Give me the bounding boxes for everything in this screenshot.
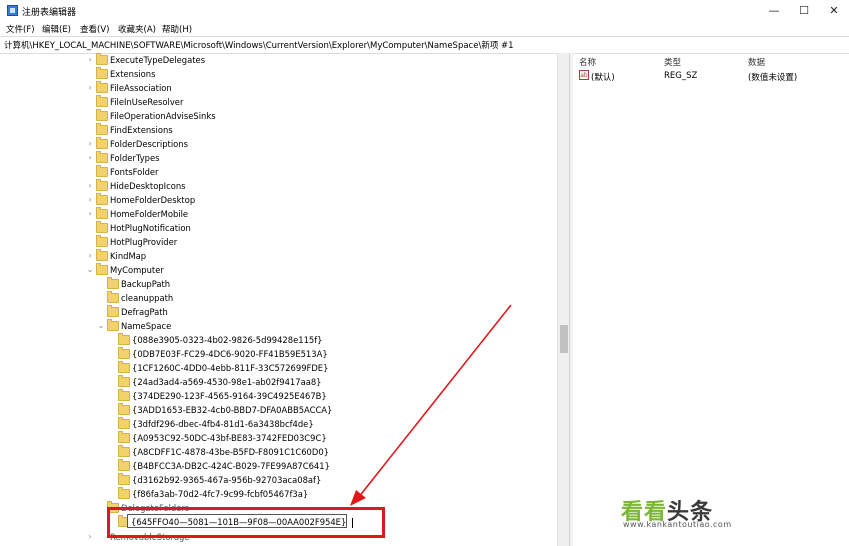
menu-help[interactable]: 帮助(H)	[162, 23, 192, 35]
folder-icon	[96, 263, 108, 275]
expand-arrow-icon[interactable]: ›	[86, 137, 94, 151]
site-watermark: 看看头条 www.kankantoutiao.com	[621, 494, 849, 534]
expand-arrow-icon[interactable]: ›	[86, 530, 94, 544]
column-header-data[interactable]: 数据	[748, 56, 765, 68]
expand-arrow-icon[interactable]: ›	[86, 179, 94, 193]
menu-bar: 文件(F) 编辑(E) 查看(V) 收藏夹(A) 帮助(H)	[0, 22, 849, 36]
values-pane[interactable]: 名称 类型 数据 ab (默认) REG_SZ (数值未设置)	[573, 53, 849, 546]
address-path[interactable]: 计算机\HKEY_LOCAL_MACHINE\SOFTWARE\Microsof…	[4, 39, 514, 51]
value-name[interactable]: (默认)	[591, 71, 615, 83]
folder-icon	[96, 179, 108, 191]
string-value-icon: ab	[579, 70, 589, 80]
folder-icon	[107, 277, 119, 289]
folder-icon	[118, 403, 130, 415]
watermark-url: www.kankantoutiao.com	[623, 520, 732, 529]
folder-icon	[96, 193, 108, 205]
column-header-name[interactable]: 名称	[579, 56, 596, 68]
folder-icon	[118, 459, 130, 471]
folder-icon	[118, 417, 130, 429]
title-bar: 注册表编辑器 — ☐ ✕	[0, 0, 849, 22]
annotation-highlight-box	[107, 507, 385, 538]
column-header-type[interactable]: 类型	[664, 56, 681, 68]
folder-icon	[118, 375, 130, 387]
close-button[interactable]: ✕	[820, 2, 848, 20]
folder-icon	[96, 123, 108, 135]
expand-arrow-icon[interactable]: ›	[86, 249, 94, 263]
folder-icon	[107, 305, 119, 317]
tree-scroll-thumb[interactable]	[560, 325, 568, 353]
folder-icon	[118, 431, 130, 443]
value-type: REG_SZ	[664, 71, 698, 81]
window-title: 注册表编辑器	[22, 8, 77, 18]
collapse-arrow-icon[interactable]: ⌄	[86, 263, 94, 277]
folder-icon	[96, 221, 108, 233]
minimize-button[interactable]: —	[760, 2, 788, 20]
folder-icon	[96, 137, 108, 149]
regedit-icon	[7, 5, 18, 16]
menu-file[interactable]: 文件(F)	[6, 23, 35, 35]
expand-arrow-icon[interactable]: ›	[86, 207, 94, 221]
folder-icon	[96, 249, 108, 261]
value-data: (数值未设置)	[748, 73, 798, 83]
folder-icon	[96, 109, 108, 121]
folder-icon	[96, 67, 108, 79]
menu-view[interactable]: 查看(V)	[80, 23, 109, 35]
folder-icon	[96, 81, 108, 93]
folder-icon	[118, 473, 130, 485]
folder-icon	[118, 487, 130, 499]
expand-arrow-icon[interactable]: ›	[86, 81, 94, 95]
expand-arrow-icon[interactable]: ›	[86, 53, 94, 67]
expand-arrow-icon[interactable]: ›	[86, 193, 94, 207]
folder-icon	[118, 445, 130, 457]
folder-icon	[118, 333, 130, 345]
folder-icon	[107, 291, 119, 303]
folder-icon	[96, 207, 108, 219]
folder-icon	[96, 165, 108, 177]
menu-edit[interactable]: 编辑(E)	[42, 23, 71, 35]
maximize-button[interactable]: ☐	[790, 2, 818, 20]
folder-icon	[118, 347, 130, 359]
folder-icon	[118, 361, 130, 373]
collapse-arrow-icon[interactable]: ⌄	[97, 319, 105, 333]
registry-tree[interactable]: › ExecuteTypeDelegates Extensions › FileAs…	[0, 53, 557, 546]
folder-icon	[107, 319, 119, 331]
menu-favorites[interactable]: 收藏夹(A)	[118, 23, 156, 35]
folder-icon	[96, 235, 108, 247]
address-bar[interactable]: 计算机\HKEY_LOCAL_MACHINE\SOFTWARE\Microsof…	[0, 36, 849, 54]
folder-icon	[96, 95, 108, 107]
folder-icon	[96, 53, 108, 65]
expand-arrow-icon[interactable]: ›	[86, 151, 94, 165]
folder-icon	[118, 389, 130, 401]
folder-icon	[96, 151, 108, 163]
